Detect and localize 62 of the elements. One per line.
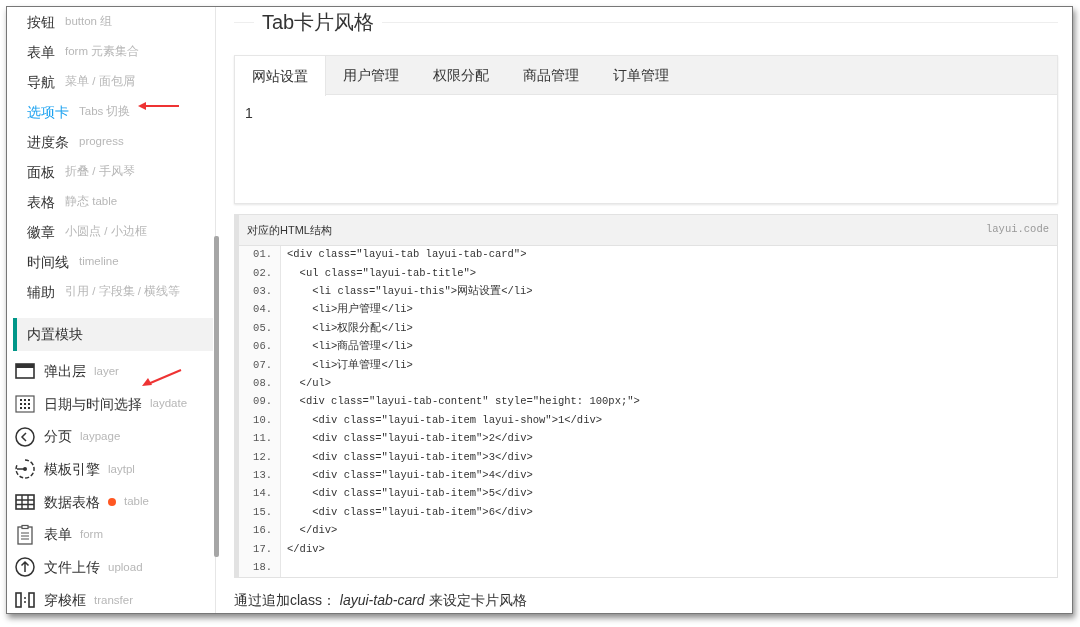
nav-link-item[interactable]: 按钮 button 组 <box>7 7 215 37</box>
code-line: <div class="layui-tab-item">4</div> <box>311 468 533 483</box>
code-line: <li>商品管理</li> <box>311 339 413 355</box>
tab[interactable]: 订单管理 <box>596 56 686 95</box>
nav-link-item[interactable]: 穿梭框 transfer <box>7 583 215 613</box>
nav-link-item[interactable]: 时间线 timeline <box>7 247 215 277</box>
grid-icon <box>14 393 36 416</box>
nav-link-item[interactable]: 弹出层 layer <box>7 355 215 388</box>
line-number: 17. <box>239 540 281 559</box>
line-number: 01. <box>239 246 281 265</box>
tab[interactable]: 用户管理 <box>326 56 416 95</box>
line-number: 09. <box>239 393 281 412</box>
code-line: </div> <box>286 541 325 557</box>
section-header: 内置模块 <box>13 318 213 351</box>
line-number: 14. <box>239 485 281 504</box>
chevron-circle-icon <box>14 425 36 448</box>
code-line: <li>权限分配</li> <box>311 320 413 336</box>
nav-link-item[interactable]: 导航 菜单 / 面包屑 <box>7 67 215 97</box>
code-line: <li class="layui-this">网站设置</li> <box>311 284 533 300</box>
nav-link-item[interactable]: 面板 折叠 / 手风琴 <box>7 157 215 187</box>
nav-link-item[interactable]: 文件上传 upload <box>7 551 215 584</box>
line-number: 02. <box>239 264 281 283</box>
nav-link-item[interactable]: 模板引擎 laytpl <box>7 453 215 486</box>
nav-link-item[interactable]: 进度条 progress <box>7 127 215 157</box>
nav-link-item[interactable]: 表格 静态 table <box>7 187 215 217</box>
code-line: </div> <box>298 523 338 539</box>
line-number: 15. <box>239 503 281 522</box>
annotation-arrow <box>137 100 181 112</box>
upload-icon <box>14 556 36 579</box>
code-line: <li>订单管理</li> <box>311 357 413 373</box>
code-panel-title: 对应的HTML结构 <box>247 222 332 238</box>
tab[interactable]: 网站设置 <box>235 56 326 96</box>
code-tag: layui.code <box>986 222 1049 238</box>
nav-link-item[interactable]: 辅助 引用 / 字段集 / 横线等 <box>7 277 215 307</box>
code-line: <li>用户管理</li> <box>311 302 413 318</box>
nav-link-item[interactable]: 徽章 小圆点 / 小边框 <box>7 217 215 247</box>
code-line: <div class="layui-tab-item">5</div> <box>311 486 533 502</box>
code-line: <div class="layui-tab layui-tab-card"> <box>286 247 527 263</box>
line-number: 12. <box>239 448 281 467</box>
code-line: <ul class="layui-tab-title"> <box>298 265 477 281</box>
caption-text: 通过追加class： layui-tab-card 来设定卡片风格 <box>234 591 528 611</box>
nav-link-item[interactable]: 表单 form <box>7 518 215 552</box>
nav-link-item[interactable]: 数据表格 table <box>7 485 215 519</box>
nav-link-item[interactable]: 表单 form 元素集合 <box>7 37 215 67</box>
dashed-circle-icon <box>14 458 36 481</box>
tab[interactable]: 权限分配 <box>416 56 506 95</box>
nav-link-item[interactable]: 日期与时间选择 laydate <box>7 387 215 421</box>
line-number: 07. <box>239 356 281 375</box>
code-line: <div class="layui-tab-item layui-show">1</div> <box>311 412 603 428</box>
code-line: <div class="layui-tab-item">3</div> <box>311 449 533 465</box>
clipboard-icon <box>14 523 36 546</box>
tab-content-text: 1 <box>245 105 253 121</box>
code-line: </ul> <box>298 376 332 392</box>
line-number: 04. <box>239 301 281 320</box>
section-title: Tab卡片风格 <box>261 10 376 35</box>
code-line: <div class="layui-tab-item">2</div> <box>311 431 533 447</box>
nav-link-item[interactable]: 分页 laypage <box>7 420 215 454</box>
scrollbar-thumb[interactable] <box>214 236 219 557</box>
code-line: <div class="layui-tab-item">6</div> <box>311 504 533 520</box>
code-line: <div class="layui-tab-content" style="height: 100px;"> <box>298 394 640 410</box>
tab[interactable]: 商品管理 <box>506 56 596 95</box>
annotation-arrow <box>141 368 183 388</box>
